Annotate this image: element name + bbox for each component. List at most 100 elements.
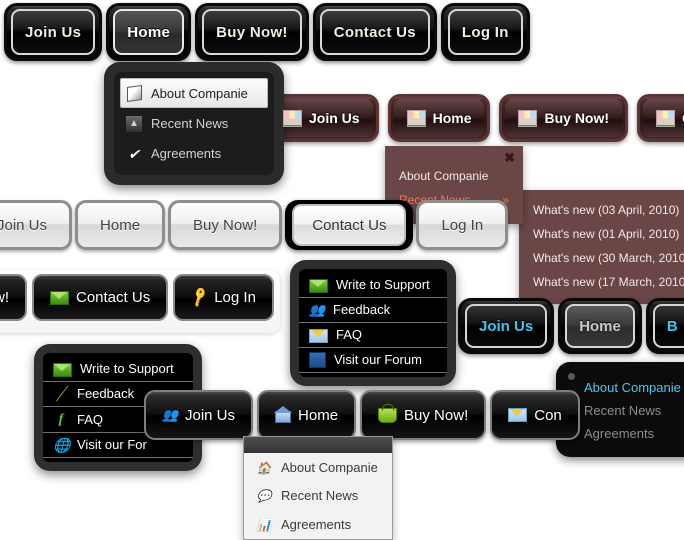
dropdown-menu-support-color: Write to Support 👥 Feedback FAQ Visit ou… xyxy=(290,260,456,386)
house-icon: 🏠 xyxy=(256,459,272,476)
globe-icon: 🌐 xyxy=(53,437,69,454)
silver-button-home[interactable]: Home xyxy=(75,200,165,250)
menu-item-faq[interactable]: FAQ xyxy=(299,322,447,347)
dark-button-label: Log In xyxy=(214,289,256,306)
wine-button-contact-us[interactable]: Co xyxy=(637,94,684,142)
cyan-button-buy-now[interactable]: B xyxy=(646,298,684,354)
nav-bar-dark-green-icons: w! Contact Us 🔑 Log In xyxy=(0,270,280,333)
check-icon: ✔ xyxy=(126,146,142,163)
menu-item-visit-our-forum[interactable]: Visit our Forum xyxy=(299,347,447,374)
bottom-button-contact-us[interactable]: Con xyxy=(490,390,580,440)
menu-item-about-companie[interactable]: About Companie xyxy=(385,164,523,188)
nav-bar-wine: Join Us Home Buy Now! Co xyxy=(264,94,684,144)
menu-item-label: Feedback xyxy=(77,386,134,401)
dark-button-log-in[interactable]: 🔑 Log In xyxy=(173,274,274,321)
cyan-button-join-us[interactable]: Join Us xyxy=(458,298,554,354)
menu-item-recent-news[interactable]: » Recent News xyxy=(572,399,684,422)
submenu-item-whats-new[interactable]: What's new (17 March, 2010) xyxy=(519,270,684,294)
nav-bar-black-top: Join Us Home Buy Now! Contact Us Log In xyxy=(4,3,530,63)
bubble-icon: 💬 xyxy=(256,488,272,505)
silver-button-join-us[interactable]: Join Us xyxy=(0,200,72,250)
nav-button-contact-us[interactable]: Contact Us xyxy=(313,3,437,61)
gold-envelope-icon xyxy=(309,327,328,343)
silver-button-contact-us[interactable]: Contact Us xyxy=(285,200,413,250)
nav-button-buy-now[interactable]: Buy Now! xyxy=(195,3,309,61)
dark-button-contact-us[interactable]: Contact Us xyxy=(32,274,168,321)
gold-envelope-icon xyxy=(508,408,527,422)
menu-item-label: Feedback xyxy=(333,302,390,317)
forum-icon xyxy=(309,352,326,369)
cyan-button-home[interactable]: Home xyxy=(558,298,642,354)
bottom-button-join-us[interactable]: 👥 Join Us xyxy=(144,390,253,440)
nav-button-join-us[interactable]: Join Us xyxy=(4,3,102,61)
menu-item-label: FAQ xyxy=(77,412,103,427)
menu-item-write-to-support[interactable]: Write to Support xyxy=(43,357,193,381)
green-envelope-icon xyxy=(309,277,328,293)
cyan-button-label: Home xyxy=(579,318,621,335)
key-icon: 🔑 xyxy=(191,290,207,306)
menu-item-about-companie[interactable]: 🏠 About Companie xyxy=(244,453,392,482)
silver-button-buy-now[interactable]: Buy Now! xyxy=(168,200,282,250)
cards-icon xyxy=(518,110,537,127)
nav-bar-bottom-icons: 👥 Join Us Home Buy Now! Con xyxy=(144,390,580,442)
silver-button-label: Join Us xyxy=(0,217,47,234)
dark-button-label: Contact Us xyxy=(76,289,150,306)
dark-button-label: w! xyxy=(0,289,9,306)
menu-title-bar xyxy=(244,437,392,453)
wine-button-label: Buy Now! xyxy=(544,110,609,126)
menu-item-label: About Companie xyxy=(281,460,378,475)
dropdown-menu-light: 🏠 About Companie 💬 Recent News 📊 Agreeme… xyxy=(243,436,393,540)
silver-button-label: Contact Us xyxy=(312,217,386,234)
cyan-button-label: B xyxy=(667,318,678,335)
menu-item-about-companie[interactable]: About Companie xyxy=(572,376,684,399)
silver-button-label: Buy Now! xyxy=(193,217,257,234)
nav-button-label: Log In xyxy=(462,24,509,41)
nav-button-label: Buy Now! xyxy=(216,24,288,41)
menu-item-label: Agreements xyxy=(151,146,221,161)
wine-button-label: Home xyxy=(433,110,472,126)
basket-icon xyxy=(378,408,397,423)
wine-button-home[interactable]: Home xyxy=(388,94,491,142)
cards-icon xyxy=(283,110,302,127)
menu-item-feedback[interactable]: 👥 Feedback xyxy=(299,297,447,323)
menu-item-agreements[interactable]: Agreements xyxy=(572,422,684,445)
cards-icon xyxy=(656,110,675,127)
menu-item-label: Visit our Forum xyxy=(334,352,422,367)
menu-item-write-to-support[interactable]: Write to Support xyxy=(299,273,447,297)
people-icon: 👥 xyxy=(309,302,325,319)
blue-house-icon xyxy=(275,408,291,422)
dark-button-buy-now[interactable]: w! xyxy=(0,274,27,321)
menu-item-recent-news[interactable]: 💬 Recent News xyxy=(244,482,392,511)
menu-item-recent-news[interactable]: ▲ Recent News xyxy=(114,108,274,139)
wine-button-buy-now[interactable]: Buy Now! xyxy=(499,94,628,142)
people-icon: 👥 xyxy=(162,407,178,423)
menu-dot-icon xyxy=(568,373,575,380)
bottom-button-buy-now[interactable]: Buy Now! xyxy=(360,390,486,440)
nav-button-label: Contact Us xyxy=(334,24,416,41)
silver-button-label: Home xyxy=(100,217,140,234)
submenu-item-whats-new[interactable]: What's new (03 April, 2010) xyxy=(519,198,684,222)
menu-item-about-companie[interactable]: About Companie xyxy=(120,78,268,108)
green-envelope-icon xyxy=(50,291,69,305)
menu-item-agreements[interactable]: ✔ Agreements xyxy=(114,139,274,170)
bottom-button-home[interactable]: Home xyxy=(257,390,356,440)
menu-item-label: About Companie xyxy=(584,380,681,395)
cards-icon xyxy=(407,110,426,127)
menu-item-label: Recent News xyxy=(584,403,661,418)
close-icon[interactable]: ✖ xyxy=(504,150,515,166)
submenu-item-whats-new[interactable]: What's new (01 April, 2010) xyxy=(519,222,684,246)
bottom-button-label: Home xyxy=(298,407,338,424)
dropdown-menu-about-dark: About Companie ▲ Recent News ✔ Agreement… xyxy=(104,62,284,185)
submenu-item-whats-new[interactable]: What's new (30 March, 2010) xyxy=(519,246,684,270)
menu-item-label: About Companie xyxy=(151,86,248,101)
silver-button-log-in[interactable]: Log In xyxy=(416,200,508,250)
green-envelope-icon xyxy=(53,361,72,377)
menu-item-label: Agreements xyxy=(584,426,654,441)
nav-button-home[interactable]: Home xyxy=(106,3,191,61)
menu-item-label: Write to Support xyxy=(336,277,430,292)
menu-item-agreements[interactable]: 📊 Agreements xyxy=(244,510,392,539)
menu-item-label: Recent News xyxy=(151,116,228,131)
chart-icon: 📊 xyxy=(256,516,272,533)
nav-button-log-in[interactable]: Log In xyxy=(441,3,530,61)
bottom-button-label: Join Us xyxy=(185,407,235,424)
